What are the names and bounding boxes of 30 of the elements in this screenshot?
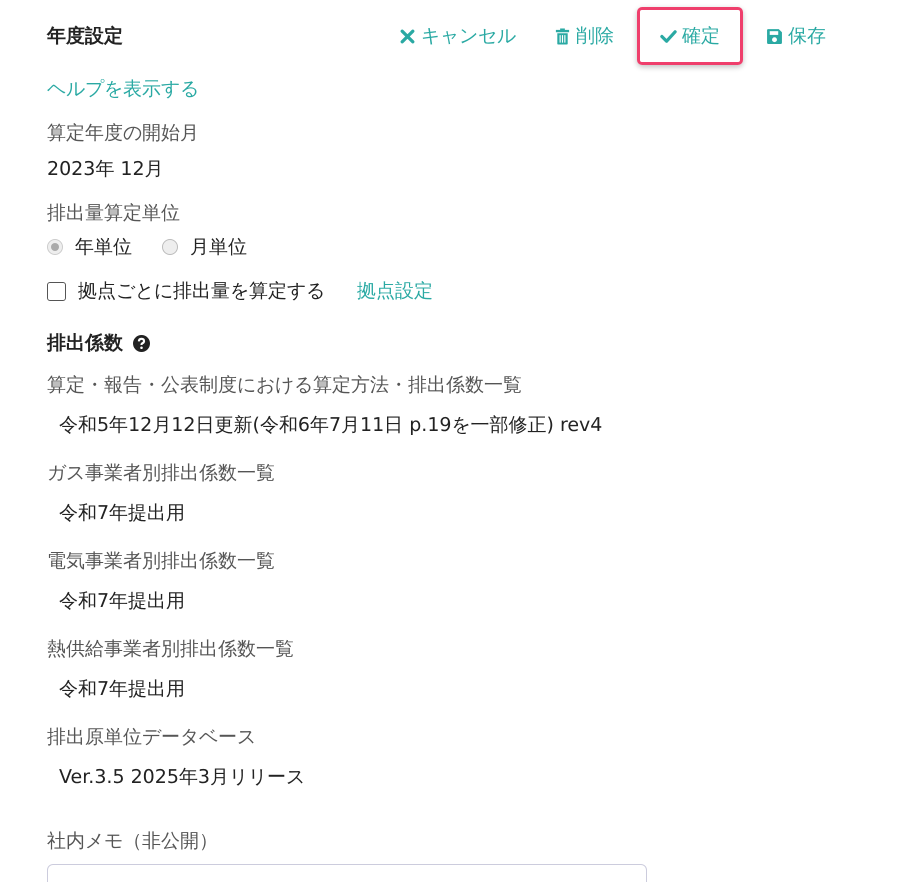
radio-label: 年単位	[75, 235, 132, 260]
close-icon	[399, 28, 416, 44]
field-label: 熱供給事業者別排出係数一覧	[47, 637, 295, 662]
page-title: 年度設定	[47, 24, 124, 49]
radio-label: 月単位	[190, 235, 247, 260]
delete-button[interactable]: 削除	[539, 10, 629, 62]
trash-icon	[554, 28, 571, 44]
save-button[interactable]: 保存	[751, 10, 841, 62]
field-value: 令和5年12月12日更新(令和6年7月11日 p.19を一部修正) rev4	[59, 413, 604, 438]
field-label: 電気事業者別排出係数一覧	[47, 549, 276, 574]
help-icon[interactable]	[133, 334, 150, 352]
field-label: 算定年度の開始月	[47, 121, 200, 146]
site-settings-link[interactable]: 拠点設定	[357, 278, 433, 304]
field-value: 令和7年提出用	[59, 589, 186, 614]
field-value: 令和7年提出用	[59, 677, 186, 702]
checkbox-label: 拠点ごとに排出量を算定する	[78, 279, 325, 304]
field-label: 算定・報告・公表制度における算定方法・排出係数一覧	[47, 373, 523, 398]
field-label: ガス事業者別排出係数一覧	[47, 461, 276, 486]
section-title: 排出係数	[47, 331, 123, 356]
field-value: 令和7年提出用	[59, 501, 186, 526]
field-value: Ver.3.5 2025年3月リリース	[59, 765, 306, 790]
checkbox[interactable]	[47, 282, 66, 300]
field-label: 排出量算定単位	[47, 201, 181, 226]
confirm-button[interactable]: 確定	[637, 7, 743, 65]
field-label: 排出原単位データベース	[47, 725, 257, 750]
checkmark-icon	[660, 28, 677, 44]
cancel-button[interactable]: キャンセル	[384, 10, 531, 62]
field-value: 2023年 12月	[47, 157, 165, 182]
help-link[interactable]: ヘルプを表示する	[47, 76, 199, 102]
field-label: 社内メモ（非公開）	[47, 829, 219, 854]
